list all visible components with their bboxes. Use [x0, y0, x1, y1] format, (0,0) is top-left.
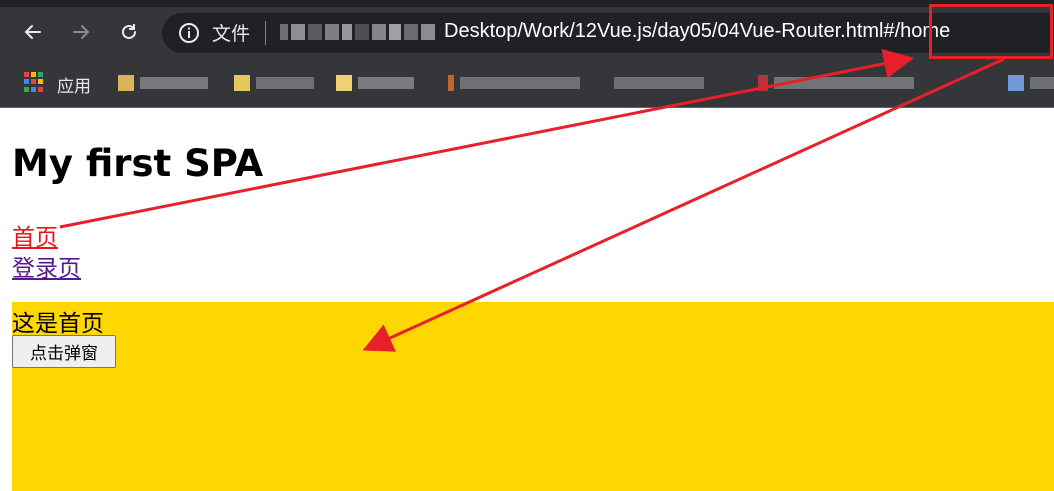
page-title: My first SPA — [12, 142, 264, 185]
forward-button[interactable] — [66, 17, 96, 47]
bookmark-item[interactable] — [614, 72, 704, 94]
folder-icon — [336, 75, 352, 91]
bookmark-item[interactable] — [118, 72, 208, 94]
bookmark-item[interactable] — [758, 72, 914, 94]
tab-strip — [0, 0, 1054, 7]
apps-grid-icon[interactable] — [24, 72, 44, 92]
omnibox-divider — [265, 21, 266, 45]
url-text[interactable]: Desktop/Work/12Vue.js/day05/04Vue-Router… — [444, 20, 950, 43]
router-view-text: 这是首页 — [12, 311, 104, 337]
info-icon[interactable] — [178, 22, 200, 44]
popup-button[interactable]: 点击弹窗 — [12, 335, 116, 368]
apps-label[interactable]: 应用 — [57, 72, 91, 97]
back-arrow-icon — [24, 25, 41, 39]
nav-link-login[interactable]: 登录页 — [12, 249, 81, 283]
url-hash-highlight-box — [929, 4, 1053, 59]
back-button[interactable] — [18, 17, 48, 47]
bookmark-item[interactable] — [336, 72, 414, 94]
bookmark-item[interactable] — [1008, 72, 1054, 94]
reload-button[interactable] — [114, 17, 144, 47]
bookmark-item[interactable] — [234, 72, 314, 94]
folder-icon — [234, 75, 250, 91]
router-view — [12, 302, 1054, 491]
redacted-url-segment — [280, 24, 435, 42]
nav-link-home[interactable]: 首页 — [12, 218, 58, 252]
forward-arrow-icon — [73, 25, 90, 39]
folder-icon — [118, 75, 134, 91]
reload-icon — [122, 24, 136, 39]
file-scheme-label: 文件 — [212, 23, 251, 45]
bookmark-item[interactable] — [448, 72, 580, 94]
